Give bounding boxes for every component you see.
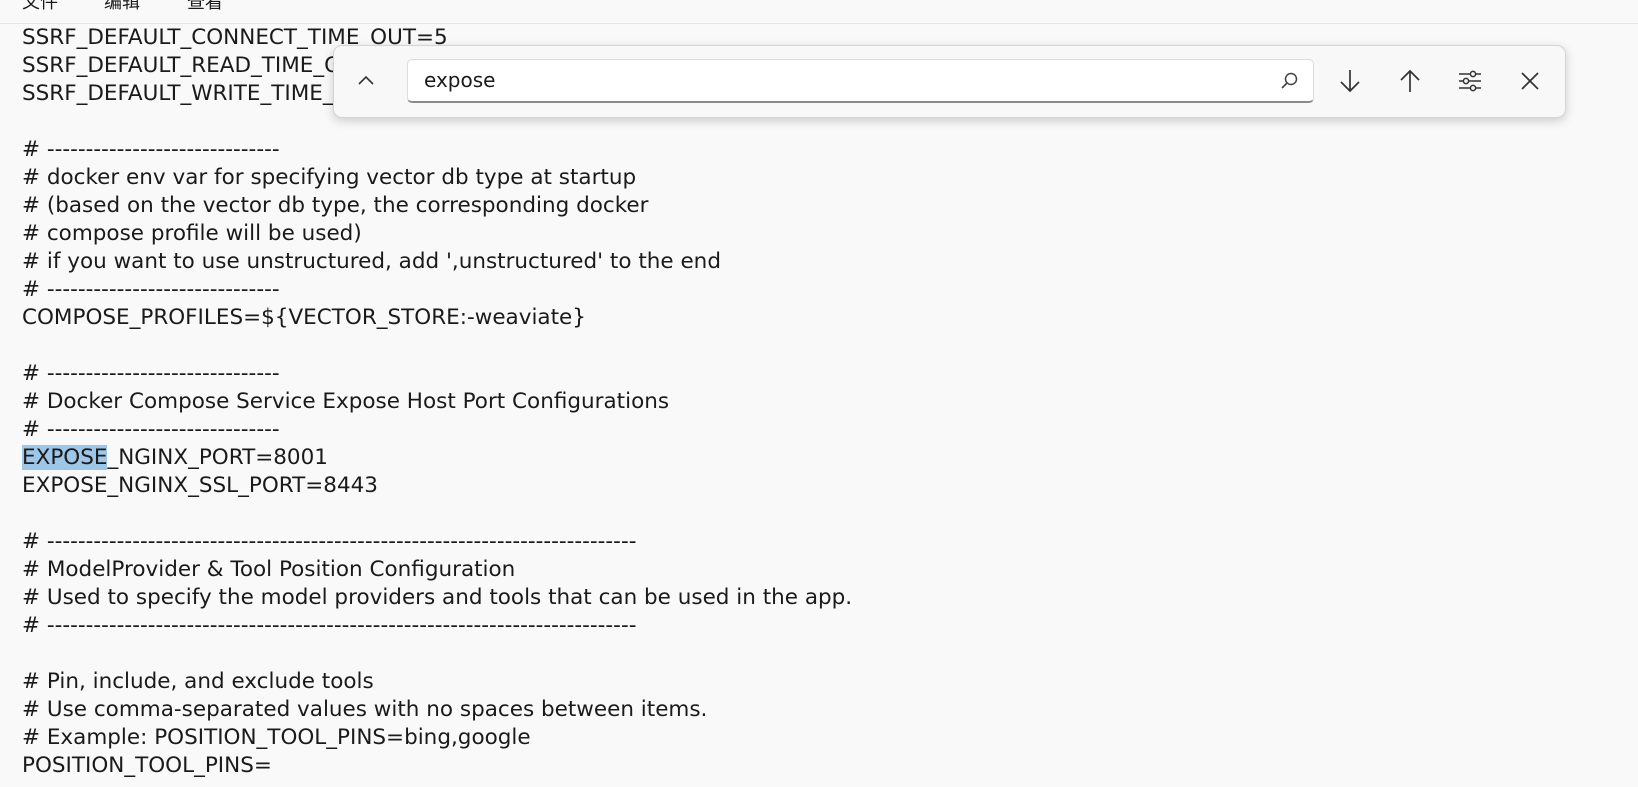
text-line[interactable]: # ModelProvider & Tool Position Configur…: [22, 556, 515, 584]
find-next-button[interactable]: [1327, 58, 1373, 104]
text-line[interactable]: # Example: POSITION_TOOL_PINS=bing,googl…: [22, 724, 531, 752]
text-line[interactable]: # ------------------------------: [22, 136, 280, 164]
text-line[interactable]: # --------------------------------------…: [22, 528, 636, 556]
text-line[interactable]: # Pin, include, and exclude tools: [22, 668, 374, 696]
text-line[interactable]: # ------------------------------: [22, 360, 280, 388]
arrow-up-icon: [1397, 68, 1423, 94]
text-line[interactable]: # --------------------------------------…: [22, 612, 636, 640]
close-icon: [1519, 70, 1541, 92]
collapse-find-button[interactable]: [343, 58, 389, 104]
find-options-button[interactable]: [1447, 58, 1493, 104]
search-box[interactable]: [407, 59, 1314, 103]
text-line[interactable]: # (based on the vector db type, the corr…: [22, 192, 648, 220]
text-line[interactable]: EXPOSE_NGINX_PORT=8001: [22, 444, 328, 472]
text-line[interactable]: # ------------------------------: [22, 276, 280, 304]
text-line[interactable]: COMPOSE_PROFILES=${VECTOR_STORE:-weaviat…: [22, 304, 586, 332]
text-line[interactable]: # docker env var for specifying vector d…: [22, 164, 636, 192]
menu-view[interactable]: 查看: [183, 0, 227, 15]
text-line[interactable]: POSITION_TOOL_PINS=: [22, 752, 272, 780]
sliders-icon: [1457, 68, 1483, 94]
menu-file[interactable]: 文件: [18, 0, 62, 15]
text-line[interactable]: # Docker Compose Service Expose Host Por…: [22, 388, 669, 416]
chevron-up-icon: [356, 71, 376, 91]
text-line[interactable]: # compose profile will be used): [22, 220, 362, 248]
search-icon[interactable]: [1279, 70, 1301, 92]
find-input[interactable]: [418, 60, 1250, 100]
text-line[interactable]: # ------------------------------: [22, 416, 280, 444]
arrow-down-icon: [1337, 68, 1363, 94]
menu-edit[interactable]: 编辑: [100, 0, 144, 15]
text-editor-area[interactable]: SSRF_DEFAULT_CONNECT_TIME_OUT=5 SSRF_DEFA…: [0, 24, 1638, 787]
text-line[interactable]: EXPOSE_NGINX_SSL_PORT=8443: [22, 472, 378, 500]
find-bar: [333, 45, 1566, 118]
find-previous-button[interactable]: [1387, 58, 1433, 104]
search-match-highlight[interactable]: EXPOSE: [22, 445, 108, 470]
text-line-remainder: _NGINX_PORT=8001: [107, 445, 328, 470]
close-find-button[interactable]: [1507, 58, 1553, 104]
text-line[interactable]: # Use comma-separated values with no spa…: [22, 696, 707, 724]
text-line[interactable]: # Used to specify the model providers an…: [22, 584, 852, 612]
menu-bar: 文件 编辑 查看: [0, 0, 1638, 24]
text-line[interactable]: # if you want to use unstructured, add '…: [22, 248, 721, 276]
